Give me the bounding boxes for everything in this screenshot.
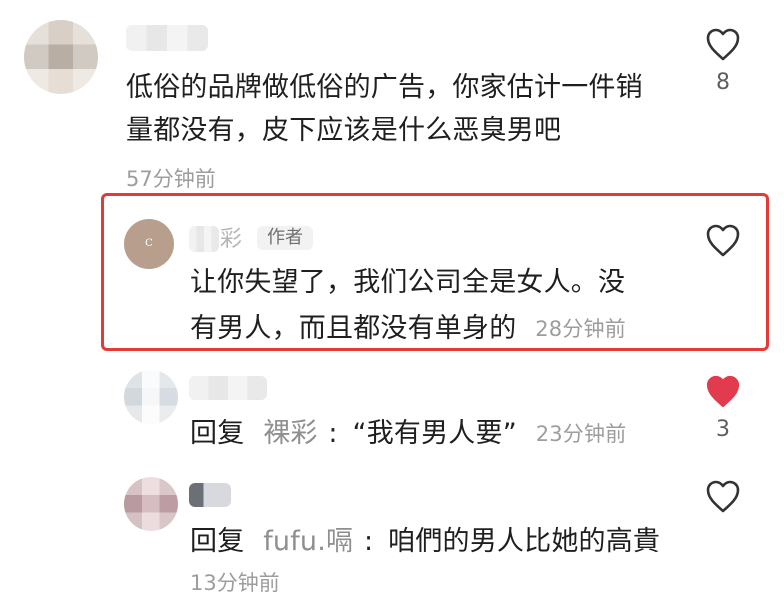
author-reply-line-2: 有男人，而且都没有单身的 28分钟前 (190, 308, 626, 351)
reply-colon: : (328, 418, 338, 449)
author-username-redacted[interactable] (189, 226, 219, 252)
username-redacted[interactable] (189, 376, 267, 400)
like-button[interactable] (703, 26, 743, 62)
commenter-avatar[interactable] (24, 20, 98, 94)
comment-text-line-2: 量都没有，皮下应该是什么恶臭男吧 (126, 115, 562, 146)
commenter-avatar[interactable] (124, 477, 178, 531)
username-redacted[interactable] (189, 483, 231, 507)
commenter-avatar[interactable] (124, 370, 178, 424)
brand-logo-icon: C (145, 238, 153, 249)
reply-content: “我有男人要” (352, 418, 517, 449)
username-redacted[interactable] (126, 25, 208, 51)
reply-time: 23分钟前 (535, 422, 627, 446)
heart-outline-icon (703, 26, 743, 62)
reply-colon: : (364, 526, 374, 557)
brand-avatar[interactable]: C (124, 219, 174, 269)
reply-target-username[interactable]: fufu.嗝 (263, 526, 353, 557)
reply-content: 咱們的男人比她的高貴 (388, 526, 661, 557)
author-reply-time: 28分钟前 (535, 317, 626, 341)
like-button[interactable] (703, 478, 743, 514)
comment-time: 57分钟前 (126, 167, 216, 191)
like-count: 8 (716, 70, 730, 95)
like-count: 3 (716, 417, 730, 442)
like-button[interactable] (703, 373, 743, 409)
reply-prefix: 回复 (190, 418, 245, 449)
heart-outline-icon (703, 222, 743, 258)
reply-time: 13分钟前 (190, 571, 280, 595)
heart-filled-icon (703, 373, 743, 409)
comment-text-line-1: 低俗的品牌做低俗的广告，你家估计一件销 (126, 72, 643, 103)
like-button[interactable] (703, 222, 743, 258)
comments-screen: 低俗的品牌做低俗的广告，你家估计一件销 量都没有，皮下应该是什么恶臭男吧 57分… (0, 0, 784, 605)
heart-outline-icon (703, 478, 743, 514)
author-tag: 作者 (257, 226, 313, 250)
author-reply-line-2-text: 有男人，而且都没有单身的 (190, 313, 517, 344)
author-reply-line-1: 让你失望了，我们公司全是女人。没 (190, 267, 626, 298)
reply-line: 回复 fufu.嗝 : 咱們的男人比她的高貴 (190, 521, 660, 563)
reply-prefix: 回复 (190, 526, 245, 557)
reply-line: 回复 裸彩 : “我有男人要” 23分钟前 (190, 413, 626, 456)
reply-target-username[interactable]: 裸彩 (263, 418, 317, 449)
author-username-visible[interactable]: 彩 (220, 227, 242, 253)
